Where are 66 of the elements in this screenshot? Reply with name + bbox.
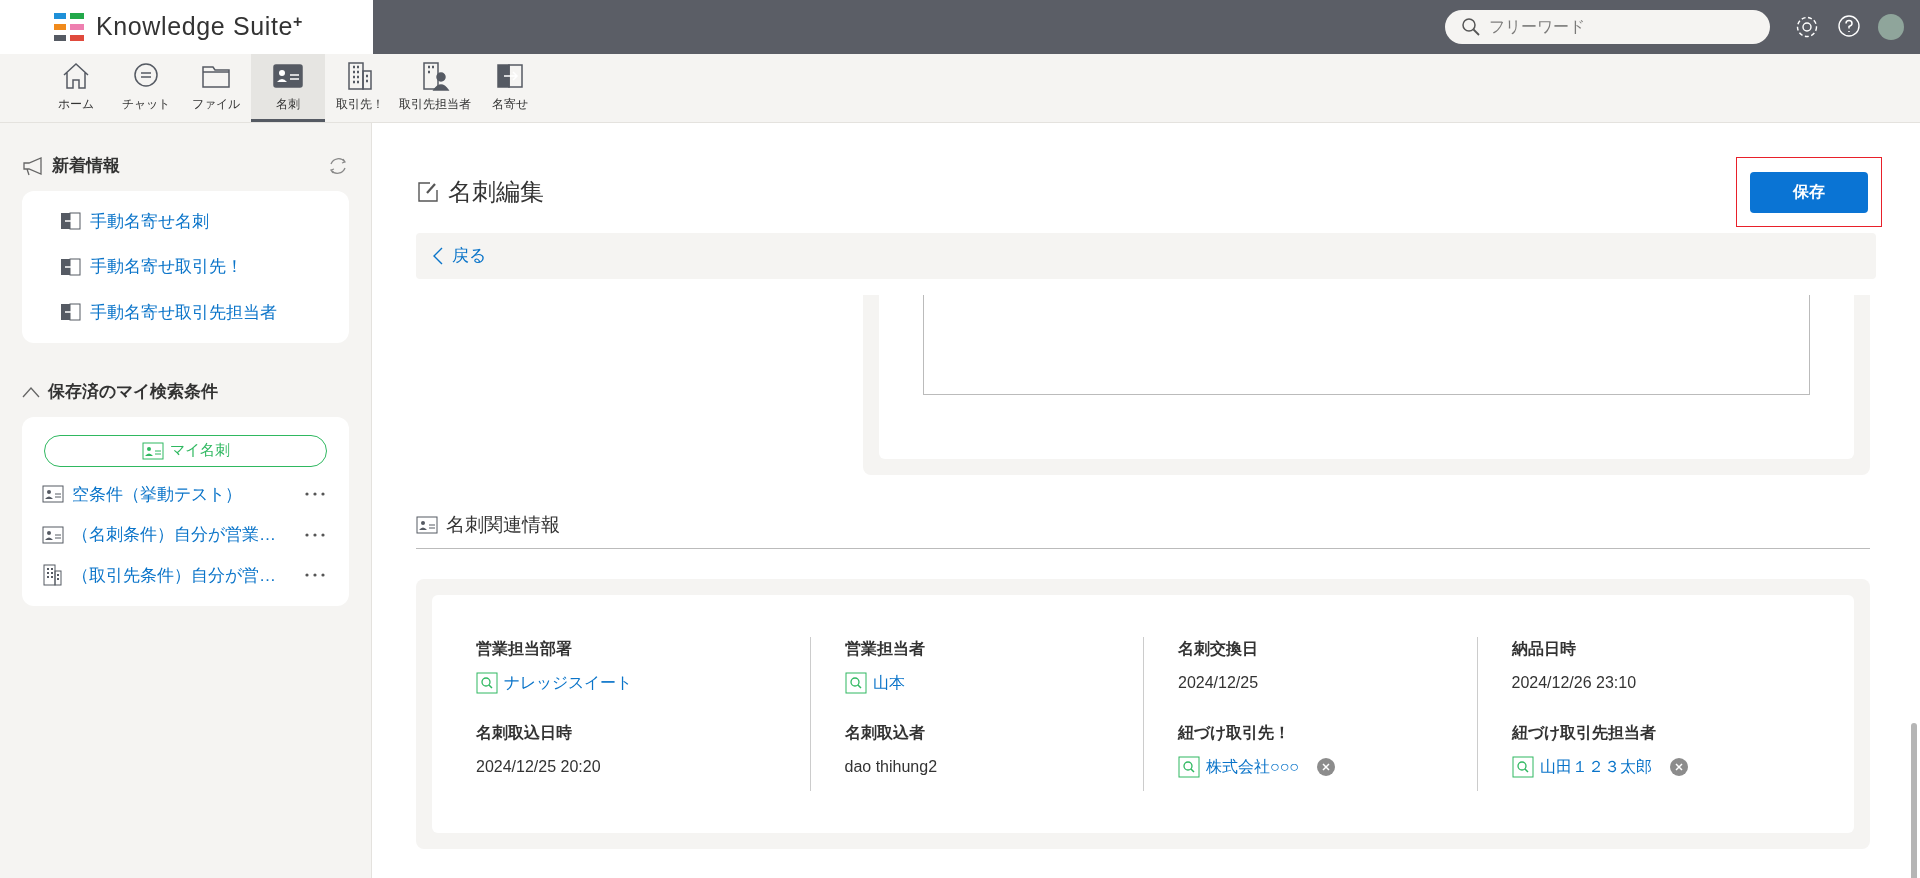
close-icon — [1674, 762, 1683, 771]
field-label: 名刺取込日時 — [476, 722, 573, 743]
id-card-icon — [42, 485, 64, 504]
avatar[interactable] — [1878, 14, 1904, 40]
scrollbar-thumb[interactable] — [1911, 723, 1917, 878]
merge-icon — [60, 302, 82, 323]
field-label: 名刺交換日 — [1178, 638, 1259, 659]
news-link[interactable]: 手動名寄せ取引先！ — [90, 254, 243, 280]
field-label: 紐づけ取引先！ — [1178, 722, 1291, 743]
back-link[interactable]: 戻る — [452, 243, 486, 269]
more-icon[interactable] — [305, 573, 325, 578]
field-link[interactable]: ナレッジスイート — [504, 670, 632, 695]
field-label: 営業担当者 — [844, 638, 926, 659]
logo-icon — [54, 13, 84, 41]
search-field[interactable]: フリーワード — [1445, 10, 1770, 44]
remove-button[interactable] — [1317, 757, 1335, 776]
id-card-icon — [141, 441, 164, 460]
saved-search-link[interactable]: （名刺条件）自分が営業… — [72, 522, 293, 548]
search-link-icon — [844, 671, 867, 694]
nav-tab[interactable]: 取引先担当者 — [395, 54, 475, 122]
section-title: 新着情報 — [52, 155, 120, 177]
help-icon[interactable] — [1836, 14, 1862, 40]
more-icon[interactable] — [305, 532, 325, 537]
search-icon — [1461, 17, 1481, 37]
field-value: 2024/12/26 23:10 — [1511, 672, 1638, 693]
chevron-up-icon[interactable] — [22, 385, 40, 398]
search-link-icon — [1178, 755, 1200, 778]
nav-tab[interactable]: 取引先！ — [325, 54, 395, 122]
edit-icon — [416, 180, 440, 204]
news-link[interactable]: 手動名寄せ取引先担当者 — [90, 299, 277, 325]
id-card-icon — [416, 516, 438, 535]
logo-text: Knowledge Suite$^{+}$ — [96, 11, 303, 43]
nav-tab[interactable]: ホーム — [41, 54, 111, 122]
page-title: 名刺編集 — [448, 177, 544, 207]
field-link[interactable]: 山本 — [872, 670, 905, 695]
field-value: 2024/12/25 20:20 — [476, 756, 602, 777]
field-link[interactable]: 山田１２３太郎 — [1539, 754, 1652, 779]
section-title: 保存済のマイ検索条件 — [48, 381, 218, 403]
merge-icon — [60, 211, 82, 232]
remove-button[interactable] — [1669, 757, 1688, 776]
nav-tab[interactable]: 名刺 — [251, 54, 325, 122]
chevron-left-icon[interactable] — [432, 246, 444, 266]
field-value: dao thihung2 — [844, 756, 939, 777]
field-label: 紐づけ取引先担当者 — [1511, 722, 1657, 743]
megaphone-icon — [22, 155, 44, 176]
field-label: 名刺取込者 — [844, 722, 926, 743]
field-label: 納品日時 — [1511, 638, 1577, 659]
section-header: 名刺関連情報 — [416, 511, 1870, 549]
nav-tab[interactable]: チャット — [111, 54, 181, 122]
save-button[interactable]: 保存 — [1750, 171, 1868, 213]
more-icon[interactable] — [305, 492, 325, 497]
nav-tab[interactable]: 名寄せ — [475, 54, 545, 122]
merge-icon — [60, 256, 82, 277]
close-icon — [1322, 762, 1330, 771]
field-label: 営業担当部署 — [476, 638, 573, 659]
nav-tab[interactable]: ファイル — [181, 54, 251, 122]
settings-icon[interactable] — [1794, 14, 1820, 40]
field-link[interactable]: 株式会社○○○ — [1206, 754, 1299, 779]
field-value: 2024/12/25 — [1178, 672, 1260, 693]
news-link[interactable]: 手動名寄せ名刺 — [90, 208, 209, 234]
saved-search-link[interactable]: （取引先条件）自分が営… — [72, 562, 293, 588]
search-link-icon — [1511, 755, 1534, 778]
saved-search-link[interactable]: 空条件（挙動テスト） — [72, 481, 293, 507]
building-icon — [42, 564, 64, 587]
search-link-icon — [476, 671, 498, 694]
id-card-icon — [42, 525, 64, 544]
